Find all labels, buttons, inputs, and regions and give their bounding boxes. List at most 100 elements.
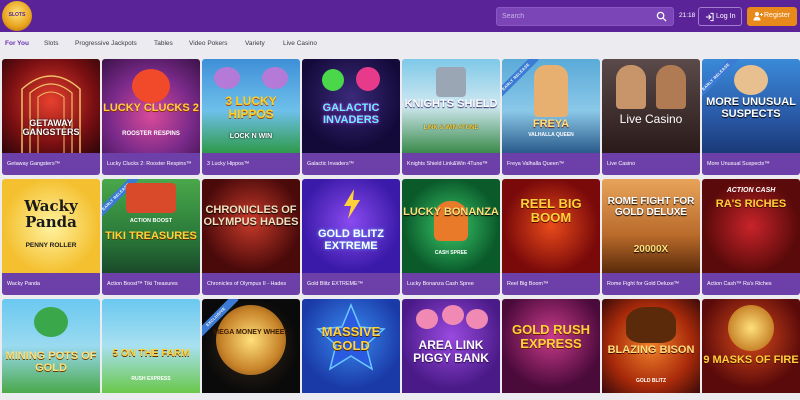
game-thumbnail: MINING POTS OF GOLD <box>2 299 100 393</box>
game-card-reel-big-boom[interactable]: REEL BIG BOOM Reel Big Boom™ <box>502 179 600 295</box>
game-logo-text: BLAZING BISON <box>607 344 695 356</box>
game-thumbnail: 5 ON THE FARM RUSH EXPRESS <box>102 299 200 393</box>
game-card-gold-blitz-extreme[interactable]: GOLD BLITZ EXTREME Gold Blitz EXTREME™ <box>302 179 400 295</box>
rooster-graphic <box>132 69 170 103</box>
hippo-graphic <box>262 67 288 89</box>
game-card-action-cash-ras-riches[interactable]: ACTION CASH RA'S RICHES Action Cash™ Ra'… <box>702 179 800 295</box>
game-logo-text: GALACTIC INVADERS <box>322 102 380 126</box>
game-logo-subtitle: VALHALLA QUEEN <box>528 132 574 138</box>
search-box <box>496 7 674 26</box>
tab-video-pokers[interactable]: Video Pokers <box>189 40 228 47</box>
tiki-mask-graphic <box>126 183 176 213</box>
game-card-action-boost-tiki-treasures[interactable]: EARLY RELEASE ACTION BOOST TIKI TREASURE… <box>102 179 200 295</box>
game-thumbnail: MASSIVE GOLD <box>302 299 400 393</box>
game-thumbnail: ACTION CASH RA'S RICHES <box>702 179 800 273</box>
game-logo-subtitle: ACTION CASH <box>726 187 776 194</box>
game-card-more-unusual-suspects[interactable]: EARLY RELEASE MORE UNUSUAL SUSPECTS More… <box>702 59 800 175</box>
mask-graphic <box>728 305 774 351</box>
search-input[interactable] <box>502 8 652 25</box>
game-card-freya-valhalla-queen[interactable]: EARLY RELEASE FREYA VALHALLA QUEEN Freya… <box>502 59 600 175</box>
site-logo[interactable]: SLOTS <box>2 1 32 31</box>
game-card-gold-rush-express[interactable]: GOLD RUSH EXPRESS <box>502 299 600 400</box>
game-card-area-link-piggy-bank[interactable]: AREA LINK PIGGY BANK <box>402 299 500 400</box>
game-title: Galactic Invaders™ <box>302 153 400 175</box>
game-thumbnail: 9 MASKS OF FIRE <box>702 299 800 393</box>
game-thumbnail: Wacky Panda PENNY ROLLER <box>2 179 100 273</box>
top-bar: SLOTS 21:18 Log In Register <box>0 0 800 32</box>
lightning-icon <box>344 189 360 219</box>
game-logo-text: MINING POTS OF GOLD <box>5 350 97 374</box>
game-card-live-casino[interactable]: Live Casino Live Casino <box>602 59 700 175</box>
game-logo-text: MASSIVE GOLD <box>321 324 381 353</box>
game-card-massive-gold[interactable]: MASSIVE GOLD <box>302 299 400 400</box>
game-card-mining-pots-of-gold[interactable]: MINING POTS OF GOLD <box>2 299 100 400</box>
game-logo-text: 5 ON THE FARM <box>112 348 190 359</box>
game-title: Freya Valhalla Queen™ <box>502 153 600 175</box>
game-thumbnail: 3 LUCKY HIPPOS LOCK N WIN <box>202 59 300 153</box>
game-thumbnail: KNIGHTS SHIELD LINK & WIN 4TUNE <box>402 59 500 153</box>
game-thumbnail: ROME FIGHT FOR GOLD DELUXE 20000X <box>602 179 700 273</box>
tab-for-you[interactable]: For You <box>5 40 29 47</box>
game-card-galactic-invaders[interactable]: GALACTIC INVADERS Galactic Invaders™ <box>302 59 400 175</box>
game-card-9-masks-of-fire[interactable]: 9 MASKS OF FIRE <box>702 299 800 400</box>
game-logo-text: Live Casino <box>619 112 683 126</box>
game-card-getaway-gangsters[interactable]: GETAWAY GANGSTERS Getaway Gangsters™ <box>2 59 100 175</box>
arch-lines-graphic <box>21 75 81 153</box>
game-logo-text: FREYA <box>532 118 570 130</box>
game-title: Gold Blitz EXTREME™ <box>302 273 400 295</box>
game-title: More Unusual Suspects™ <box>702 153 800 175</box>
game-card-5-on-the-farm[interactable]: 5 ON THE FARM RUSH EXPRESS <box>102 299 200 400</box>
game-card-3-lucky-hippos[interactable]: 3 LUCKY HIPPOS LOCK N WIN 3 Lucky Hippos… <box>202 59 300 175</box>
register-button[interactable]: Register <box>747 7 797 26</box>
game-thumbnail: AREA LINK PIGGY BANK <box>402 299 500 393</box>
logo-text: SLOTS <box>8 12 26 18</box>
game-logo-text: GETAWAY GANGSTERS <box>22 118 80 138</box>
game-thumbnail: Live Casino <box>602 59 700 153</box>
game-title: Live Casino <box>602 153 700 175</box>
clock: 21:18 <box>679 12 696 19</box>
game-thumbnail: GOLD RUSH EXPRESS <box>502 299 600 393</box>
game-logo-subtitle: CASH SPREE <box>434 250 468 256</box>
game-card-rome-fight-for-gold-deluxe[interactable]: ROME FIGHT FOR GOLD DELUXE 20000X Rome F… <box>602 179 700 295</box>
game-title: Chronicles of Olympus II - Hades <box>202 273 300 295</box>
login-button[interactable]: Log In <box>698 7 742 26</box>
search-icon[interactable] <box>656 11 667 22</box>
pig-graphic <box>466 309 488 329</box>
game-thumbnail: EARLY RELEASE MORE UNUSUAL SUSPECTS <box>702 59 800 153</box>
tab-live-casino[interactable]: Live Casino <box>283 40 317 47</box>
login-label: Log In <box>716 13 736 20</box>
tab-progressive-jackpots[interactable]: Progressive Jackpots <box>75 40 137 47</box>
game-logo-text: 3 LUCKY HIPPOS <box>225 94 277 121</box>
hippo-graphic <box>214 67 240 89</box>
bison-graphic <box>626 307 676 343</box>
game-card-wacky-panda[interactable]: Wacky Panda PENNY ROLLER Wacky Panda <box>2 179 100 295</box>
game-logo-subtitle: RUSH EXPRESS <box>131 376 171 382</box>
game-card-knights-shield[interactable]: KNIGHTS SHIELD LINK & WIN 4TUNE Knights … <box>402 59 500 175</box>
game-card-blazing-bison[interactable]: BLAZING BISON GOLD BLITZ <box>602 299 700 400</box>
game-thumbnail: GALACTIC INVADERS <box>302 59 400 153</box>
tab-slots[interactable]: Slots <box>44 40 58 47</box>
game-title: Reel Big Boom™ <box>502 273 600 295</box>
game-grid: GETAWAY GANGSTERS Getaway Gangsters™ LUC… <box>0 56 800 400</box>
game-thumbnail: EXCLUSIVE MEGA MONEY WHEEL <box>202 299 300 393</box>
game-logo-text: Wacky Panda <box>24 197 78 231</box>
game-title: Action Boost™ Tiki Treasures <box>102 273 200 295</box>
game-card-mega-money-wheel[interactable]: EXCLUSIVE MEGA MONEY WHEEL <box>202 299 300 400</box>
game-thumbnail: CHRONICLES OF OLYMPUS HADES <box>202 179 300 273</box>
game-card-lucky-clucks-2[interactable]: LUCKY CLUCKS 2 ROOSTER RESPINS Lucky Clu… <box>102 59 200 175</box>
alien-graphic <box>322 69 344 91</box>
game-card-chronicles-of-olympus-hades[interactable]: CHRONICLES OF OLYMPUS HADES Chronicles o… <box>202 179 300 295</box>
game-thumbnail: LUCKY BONANZA CASH SPREE <box>402 179 500 273</box>
add-user-icon <box>753 12 763 21</box>
game-title: Knights Shield Link&Win 4Tune™ <box>402 153 500 175</box>
game-card-lucky-bonanza-cash-spree[interactable]: LUCKY BONANZA CASH SPREE Lucky Bonanza C… <box>402 179 500 295</box>
pig-graphic <box>416 309 438 329</box>
tab-variety[interactable]: Variety <box>245 40 265 47</box>
freya-graphic <box>534 65 568 117</box>
game-thumbnail: GOLD BLITZ EXTREME <box>302 179 400 273</box>
game-logo-text: LUCKY BONANZA <box>403 206 499 218</box>
tab-tables[interactable]: Tables <box>154 40 173 47</box>
register-label: Register <box>764 12 791 19</box>
game-title: Getaway Gangsters™ <box>2 153 100 175</box>
game-thumbnail: REEL BIG BOOM <box>502 179 600 273</box>
